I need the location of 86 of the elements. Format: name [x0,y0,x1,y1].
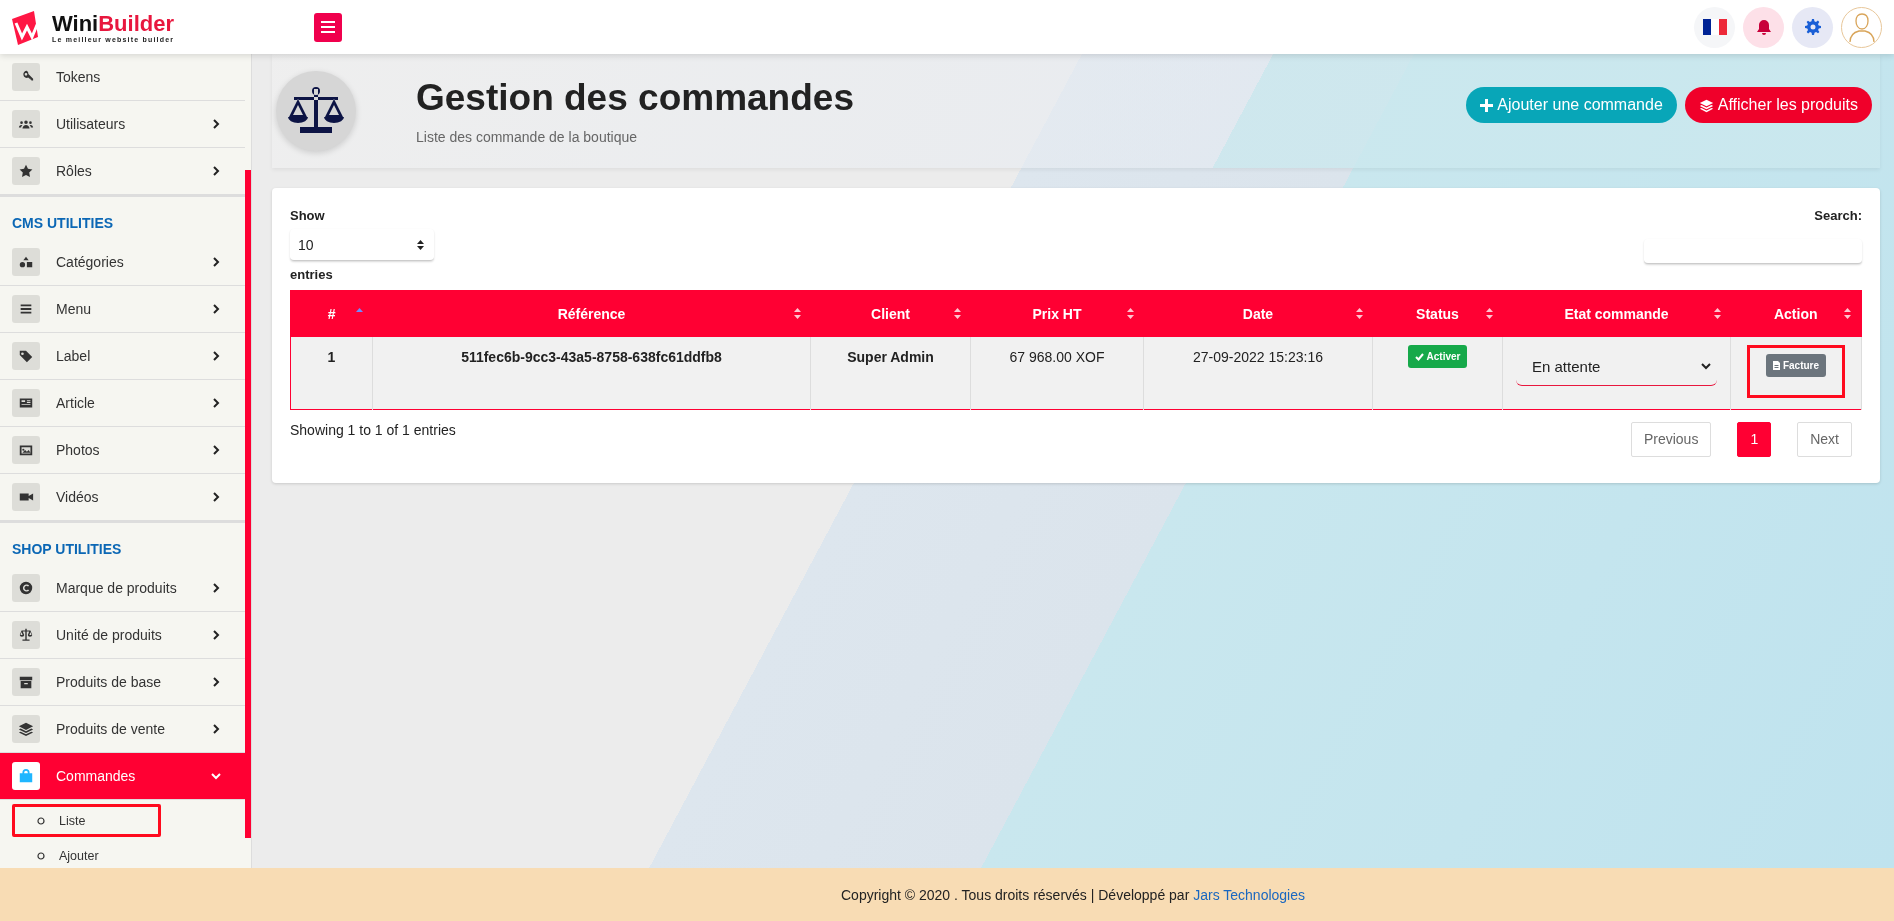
invoice-button[interactable]: Facture [1765,354,1827,377]
search-label: Search: [1814,208,1862,223]
archive-box-icon [18,674,34,690]
scrollbar-thumb[interactable] [245,170,251,838]
submenu-item[interactable]: Ajouter [12,839,161,868]
menu-icon [321,21,335,33]
sidebar-item[interactable]: Tokens [0,54,245,101]
table-cell: 67 968.00 XOF [970,337,1144,409]
chevron-right-icon [211,492,221,502]
settings-button[interactable] [1792,6,1833,48]
search-field[interactable] [1644,239,1862,264]
page-subtitle: Liste des commande de la boutique [416,129,639,145]
table-cell: Super Admin [810,337,971,409]
copyright-icon [18,580,34,596]
pagination-button[interactable]: Next [1797,421,1852,457]
sidebar-item[interactable]: Menu [0,286,245,333]
status-badge: Activer [1407,345,1468,368]
sidebar-item[interactable]: Article [0,380,245,427]
pagination-button[interactable]: Previous [1630,421,1712,457]
chevron-down-icon [211,771,221,781]
sidebar-item[interactable]: Produits de base [0,659,245,706]
column-header[interactable]: Etat commande [1502,290,1731,337]
column-header[interactable]: # [290,290,373,337]
star-icon [18,163,34,179]
sidebar-item[interactable]: Label [0,333,245,380]
column-header[interactable]: Client [810,290,971,337]
flag-icon [1702,19,1727,35]
document-icon [1772,361,1780,370]
tag-icon [18,348,34,364]
user-silhouette-icon [1846,11,1877,43]
copyright-text: Copyright © 2020 . Tous droits réservés | Développé par Jars Technologies [841,886,1305,903]
entries-label: entries [290,267,334,282]
circle-icon [37,851,45,860]
column-header[interactable]: Action [1730,290,1862,337]
sidebar-item[interactable]: Marque de produits [0,565,245,612]
chevron-right-icon [211,583,221,593]
language-button[interactable] [1694,6,1735,48]
chevron-right-icon [211,351,221,361]
layers-icon [18,721,34,737]
chevron-right-icon [211,166,221,176]
table-info: Showing 1 to 1 of 1 entries [290,421,456,438]
sidebar-item[interactable]: Vidéos [0,474,245,521]
chevron-right-icon [211,630,221,640]
brand-name: WiniBuilder [52,10,175,36]
chevron-right-icon [211,724,221,734]
chevron-down-icon [1701,362,1711,370]
column-header[interactable]: Date [1143,290,1373,337]
chevron-right-icon [211,119,221,129]
table-cell: 27-09-2022 15:23:16 [1143,337,1373,409]
scale-icon [18,627,34,643]
section-heading: SHOP UTILITIES [12,541,122,557]
column-header[interactable]: Référence [372,290,811,337]
settings-icon [1804,19,1821,35]
submenu-item[interactable]: Liste [12,804,161,837]
pagination-button[interactable]: 1 [1737,421,1772,457]
chevron-right-icon [211,304,221,314]
notifications-button[interactable] [1743,6,1784,48]
menu-button[interactable] [314,12,342,42]
sidebar-item[interactable]: Rôles [0,148,245,195]
chevron-right-icon [211,398,221,408]
shopping-bag-icon [18,768,34,784]
chevron-right-icon [211,677,221,687]
plus-icon [1480,98,1494,112]
sidebar-item[interactable]: Utilisateurs [0,101,245,148]
layers-icon [1698,97,1714,113]
sidebar-item[interactable]: Unité de produits [0,612,245,659]
check-icon [1414,352,1424,361]
column-header[interactable]: Prix HT [970,290,1144,337]
chevron-right-icon [211,257,221,267]
table-cell: 1 [290,337,373,409]
column-header[interactable]: Status [1372,290,1503,337]
table-cell: 511fec6b-9cc3-43a5-8758-638fc61ddfb8 [372,337,811,409]
sort-arrows-icon [417,239,424,250]
shapes-icon [18,254,34,270]
bell-icon [1755,18,1772,36]
sidebar-item[interactable]: Commandes [0,753,245,800]
show-label: Show [290,208,326,223]
circle-icon [37,816,45,825]
developer-link[interactable]: Jars Technologies [1193,886,1305,903]
sidebar-item[interactable]: Catégories [0,239,245,286]
show-products-button[interactable]: Afficher les produits [1684,87,1872,123]
page-title: Gestion des commandes [416,77,854,119]
page-size-select[interactable]: 10 [290,229,434,261]
sidebar-item[interactable]: Photos [0,427,245,474]
chevron-right-icon [211,445,221,455]
section-heading: CMS UTILITIES [12,215,114,231]
